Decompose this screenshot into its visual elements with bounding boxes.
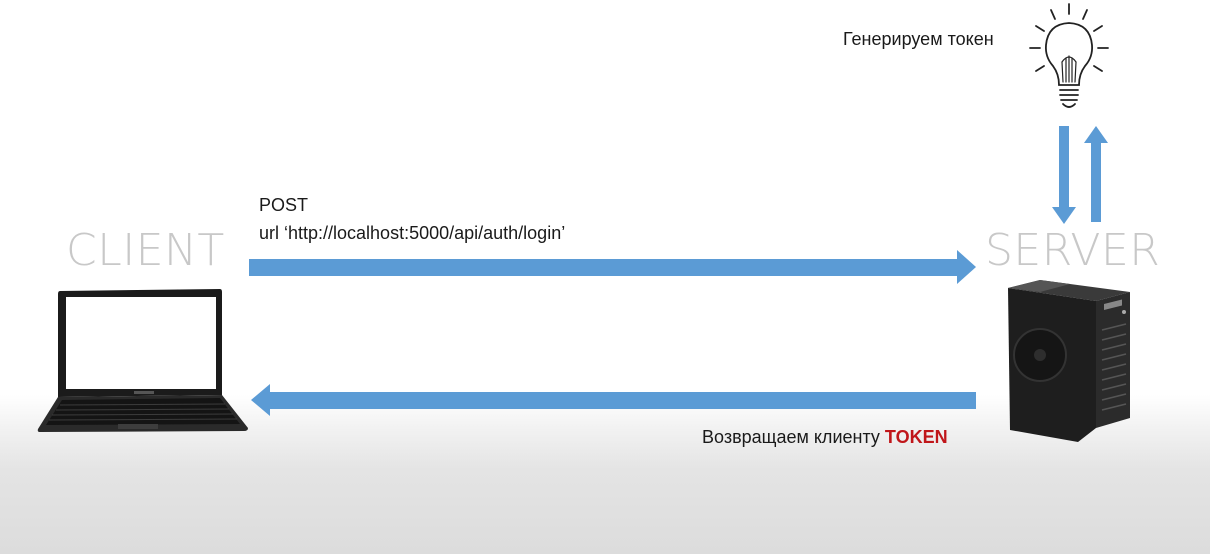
return-token-label: Возвращаем клиенту TOKEN — [702, 426, 948, 448]
generate-token-label: Генерируем токен — [843, 29, 994, 49]
return-text: Возвращаем клиенту — [702, 427, 880, 447]
laptop-icon — [37, 289, 248, 432]
response-arrow — [251, 384, 976, 416]
server-tower-icon — [1008, 280, 1130, 442]
arrow-down-to-server — [1052, 126, 1076, 224]
arrow-up-to-lightbulb — [1084, 126, 1108, 222]
client-label: CLIENT — [66, 225, 225, 276]
diagram-canvas — [37, 3, 1130, 442]
vertical-arrows — [1052, 126, 1108, 224]
token-word: TOKEN — [884, 427, 948, 447]
request-arrow — [249, 250, 976, 284]
server-label: SERVER — [985, 225, 1161, 276]
lightbulb-icon — [1029, 3, 1109, 108]
request-method: POST — [259, 195, 309, 215]
request-url: url ‘http://localhost:5000/api/auth/logi… — [259, 223, 566, 243]
